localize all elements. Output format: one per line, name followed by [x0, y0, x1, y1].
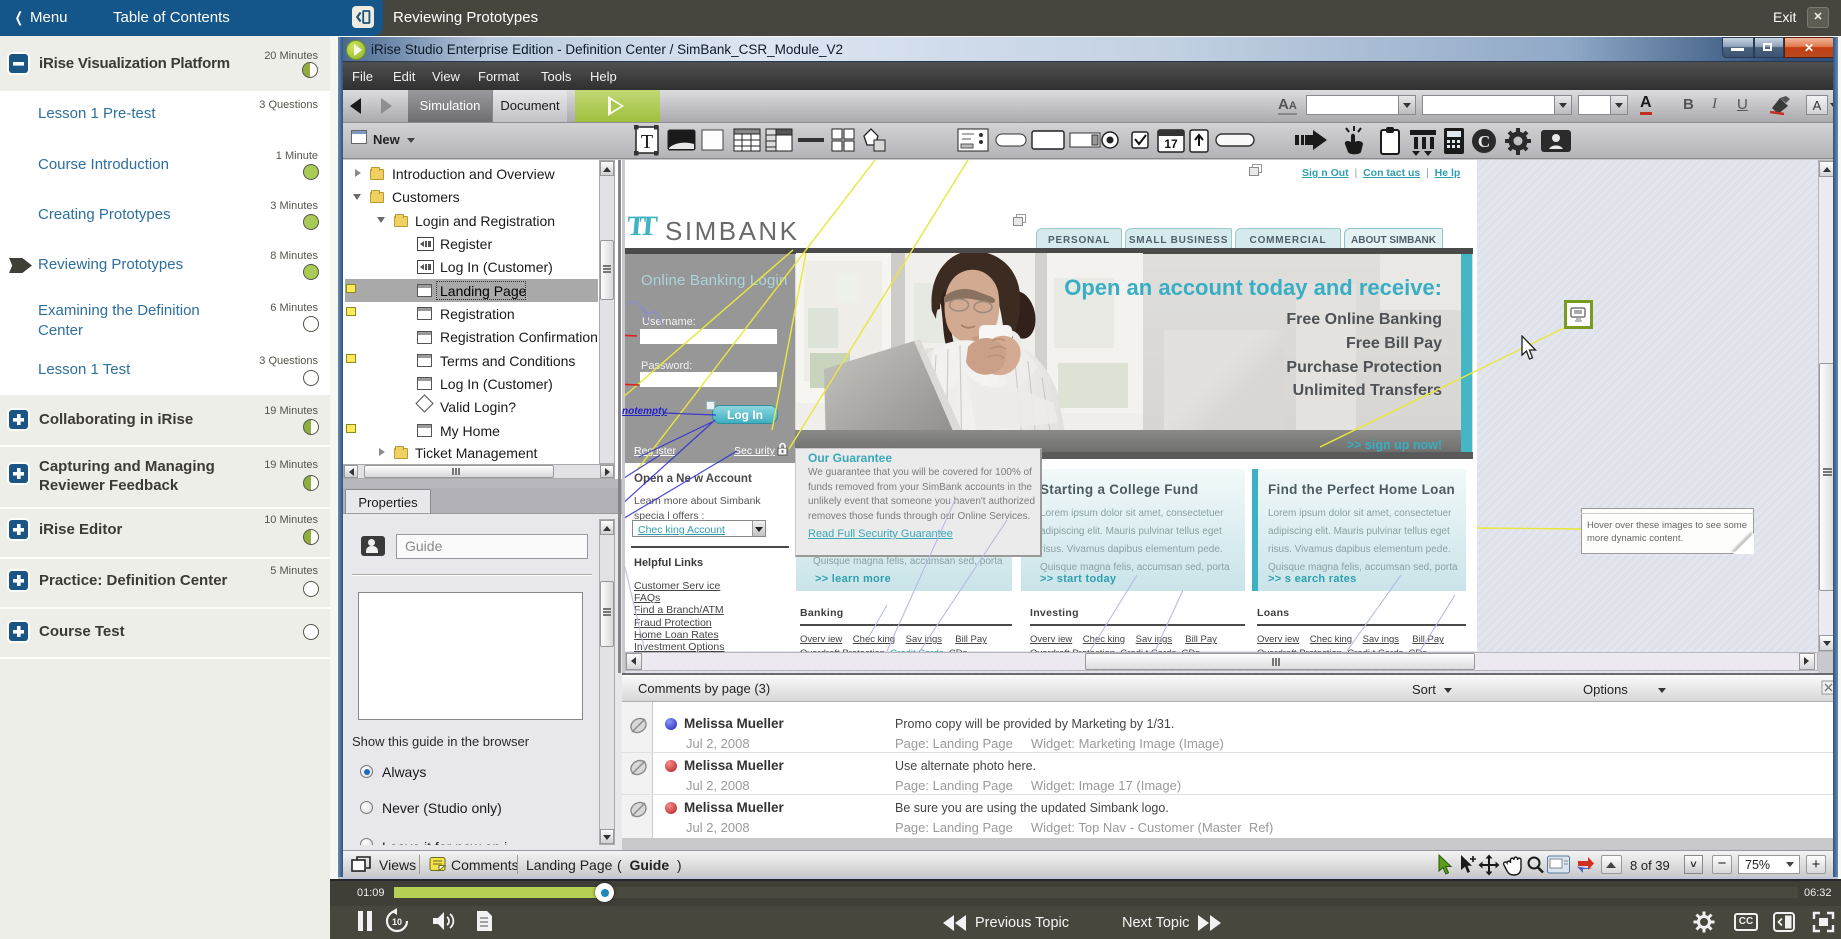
- svg-text:C: C: [1478, 132, 1490, 151]
- svg-text:T: T: [641, 131, 653, 153]
- svg-text:10: 10: [392, 917, 402, 927]
- svg-text:17: 17: [1164, 137, 1178, 151]
